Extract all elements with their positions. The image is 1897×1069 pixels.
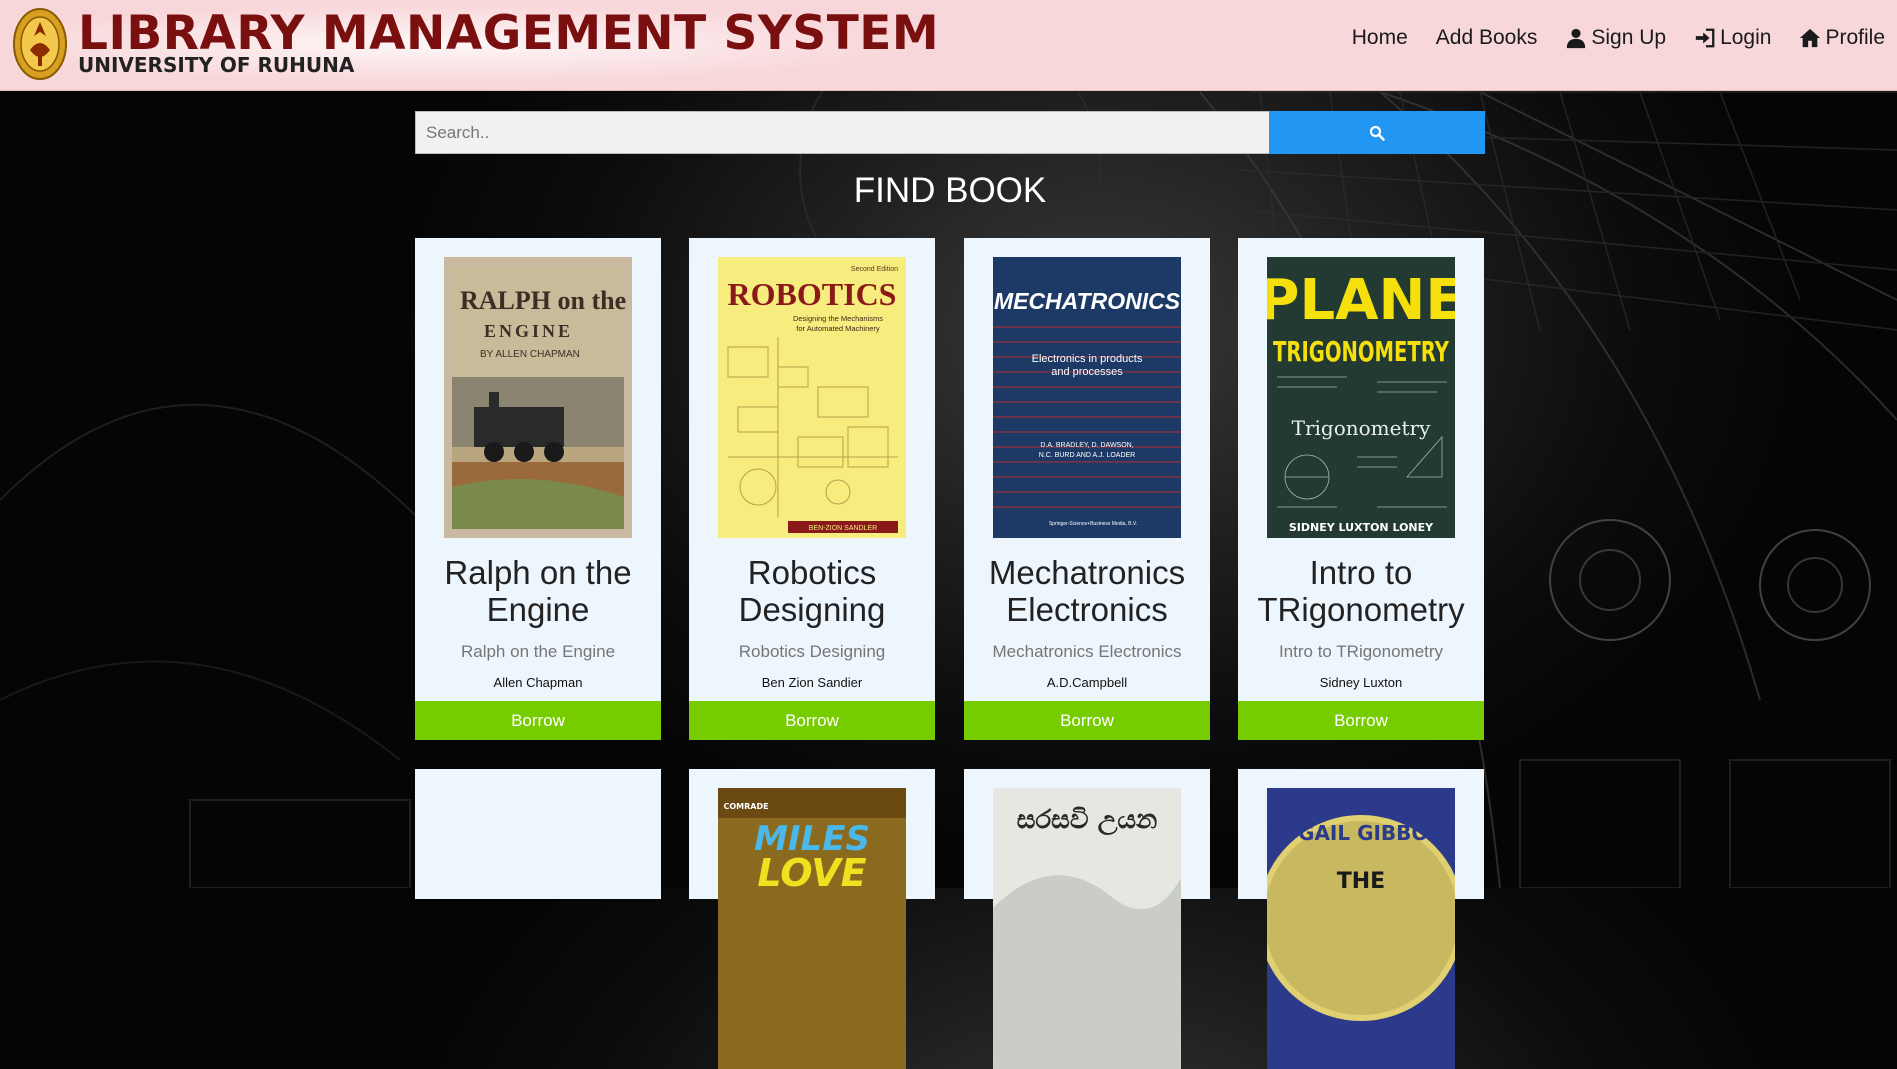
svg-text:BY GAIL GIBBONS: BY GAIL GIBBONS	[1267, 821, 1455, 845]
user-icon	[1567, 28, 1586, 49]
book-card: PLANE TRIGONOMETRY Trigonometry SIDNEY L…	[1238, 238, 1484, 740]
book-cover-image: Second Edition ROBOTICS Designing the Me…	[718, 257, 906, 538]
svg-text:TRIGONOMETRY: TRIGONOMETRY	[1273, 335, 1450, 368]
svg-text:BEN-ZION SANDLER: BEN-ZION SANDLER	[809, 525, 877, 532]
book-title: Ralph on the Engine	[444, 554, 632, 628]
book-card	[415, 769, 661, 899]
svg-text:SIDNEY LUXTON LONEY: SIDNEY LUXTON LONEY	[1289, 521, 1434, 534]
nav-profile-link[interactable]: Profile	[1799, 26, 1885, 50]
nav-sign-up-label: Sign Up	[1591, 26, 1667, 49]
search-icon	[1369, 125, 1385, 141]
nav-login-link[interactable]: Login	[1694, 26, 1771, 50]
borrow-button[interactable]: Borrow	[1238, 701, 1484, 740]
login-icon	[1695, 28, 1715, 48]
book-subtitle: Mechatronics Electronics	[992, 642, 1182, 661]
book-cover-image: COMRADE MILES LOVE	[718, 788, 906, 1069]
nav-profile-label: Profile	[1825, 26, 1885, 49]
book-title: Mechatronics Electronics	[988, 554, 1186, 628]
svg-text:D.A. BRADLEY, D. DAWSON,: D.A. BRADLEY, D. DAWSON,	[1040, 442, 1133, 449]
main-nav: Home Add Books Sign Up Login Profile	[1352, 26, 1885, 50]
borrow-button[interactable]: Borrow	[415, 701, 661, 740]
nav-home-label: Home	[1351, 26, 1408, 49]
search-input[interactable]	[415, 111, 1269, 154]
book-subtitle: Ralph on the Engine	[460, 642, 616, 661]
svg-text:Designing the Mechanisms: Designing the Mechanisms	[793, 314, 883, 323]
svg-text:Second Edition: Second Edition	[851, 266, 898, 273]
book-card: RALPH on the ENGINE BY ALLEN CHAPMAN Ral…	[415, 238, 661, 740]
book-card: MECHATRONICS Electronics in products and…	[964, 238, 1210, 740]
svg-text:LOVE: LOVE	[757, 851, 866, 895]
book-cover-image: BY GAIL GIBBONS THE	[1267, 788, 1455, 1069]
nav-home-link[interactable]: Home	[1352, 26, 1408, 50]
svg-text:සරසවි උයන: සරසවි උයන	[1017, 805, 1157, 836]
book-author: Ben Zion Sandier	[761, 675, 863, 690]
svg-text:THE: THE	[1337, 869, 1385, 894]
nav-add-books-label: Add Books	[1435, 26, 1538, 49]
svg-text:ENGINE: ENGINE	[484, 321, 573, 341]
book-cover-image: සරසවි උයන	[993, 788, 1181, 1069]
svg-text:COMRADE: COMRADE	[723, 802, 768, 811]
book-title: Robotics Designing	[738, 554, 886, 628]
book-author: A.D.Campbell	[1046, 675, 1128, 690]
book-subtitle: Intro to TRigonometry	[1278, 642, 1444, 661]
home-icon	[1800, 28, 1821, 48]
svg-text:Springer-Science+Business Medi: Springer-Science+Business Media, B.V.	[1049, 521, 1137, 527]
nav-add-books-link[interactable]: Add Books	[1436, 26, 1538, 50]
page-heading: FIND BOOK	[853, 171, 1047, 210]
svg-text:N.C. BURD AND A.J. LOADER: N.C. BURD AND A.J. LOADER	[1039, 452, 1135, 459]
svg-text:PLANE: PLANE	[1267, 268, 1455, 333]
search-bar	[415, 111, 1485, 154]
borrow-button[interactable]: Borrow	[689, 701, 935, 740]
svg-text:Electronics in products: Electronics in products	[1032, 353, 1143, 365]
book-author: Sidney Luxton	[1319, 675, 1403, 690]
borrow-button[interactable]: Borrow	[964, 701, 1210, 740]
svg-text:MECHATRONICS: MECHATRONICS	[994, 288, 1181, 314]
svg-text:Trigonometry: Trigonometry	[1292, 416, 1431, 440]
svg-text:and processes: and processes	[1051, 366, 1123, 378]
svg-text:RALPH on the: RALPH on the	[460, 286, 626, 315]
top-navbar: LIBRARY MANAGEMENT SYSTEM UNIVERSITY OF …	[0, 0, 1897, 91]
nav-login-label: Login	[1720, 26, 1772, 49]
app-subtitle: UNIVERSITY OF RUHUNA	[78, 53, 355, 77]
search-button[interactable]	[1269, 111, 1485, 154]
book-cover-image: RALPH on the ENGINE BY ALLEN CHAPMAN	[444, 257, 632, 538]
book-cover-image: MECHATRONICS Electronics in products and…	[993, 257, 1181, 538]
book-author: Allen Chapman	[493, 675, 583, 690]
svg-text:ROBOTICS: ROBOTICS	[728, 276, 897, 312]
university-seal-logo	[13, 8, 67, 80]
svg-text:BY ALLEN CHAPMAN: BY ALLEN CHAPMAN	[480, 349, 580, 360]
book-card: සරසවි උයන	[964, 769, 1210, 1069]
nav-sign-up-link[interactable]: Sign Up	[1565, 26, 1666, 50]
book-title: Intro to TRigonometry	[1257, 554, 1465, 628]
book-card: COMRADE MILES LOVE	[689, 769, 935, 1069]
svg-text:for Automated Machinery: for Automated Machinery	[796, 324, 880, 333]
book-card: Second Edition ROBOTICS Designing the Me…	[689, 238, 935, 740]
book-card: BY GAIL GIBBONS THE	[1238, 769, 1484, 1069]
book-cover-image: PLANE TRIGONOMETRY Trigonometry SIDNEY L…	[1267, 257, 1455, 538]
book-subtitle: Robotics Designing	[738, 642, 886, 661]
